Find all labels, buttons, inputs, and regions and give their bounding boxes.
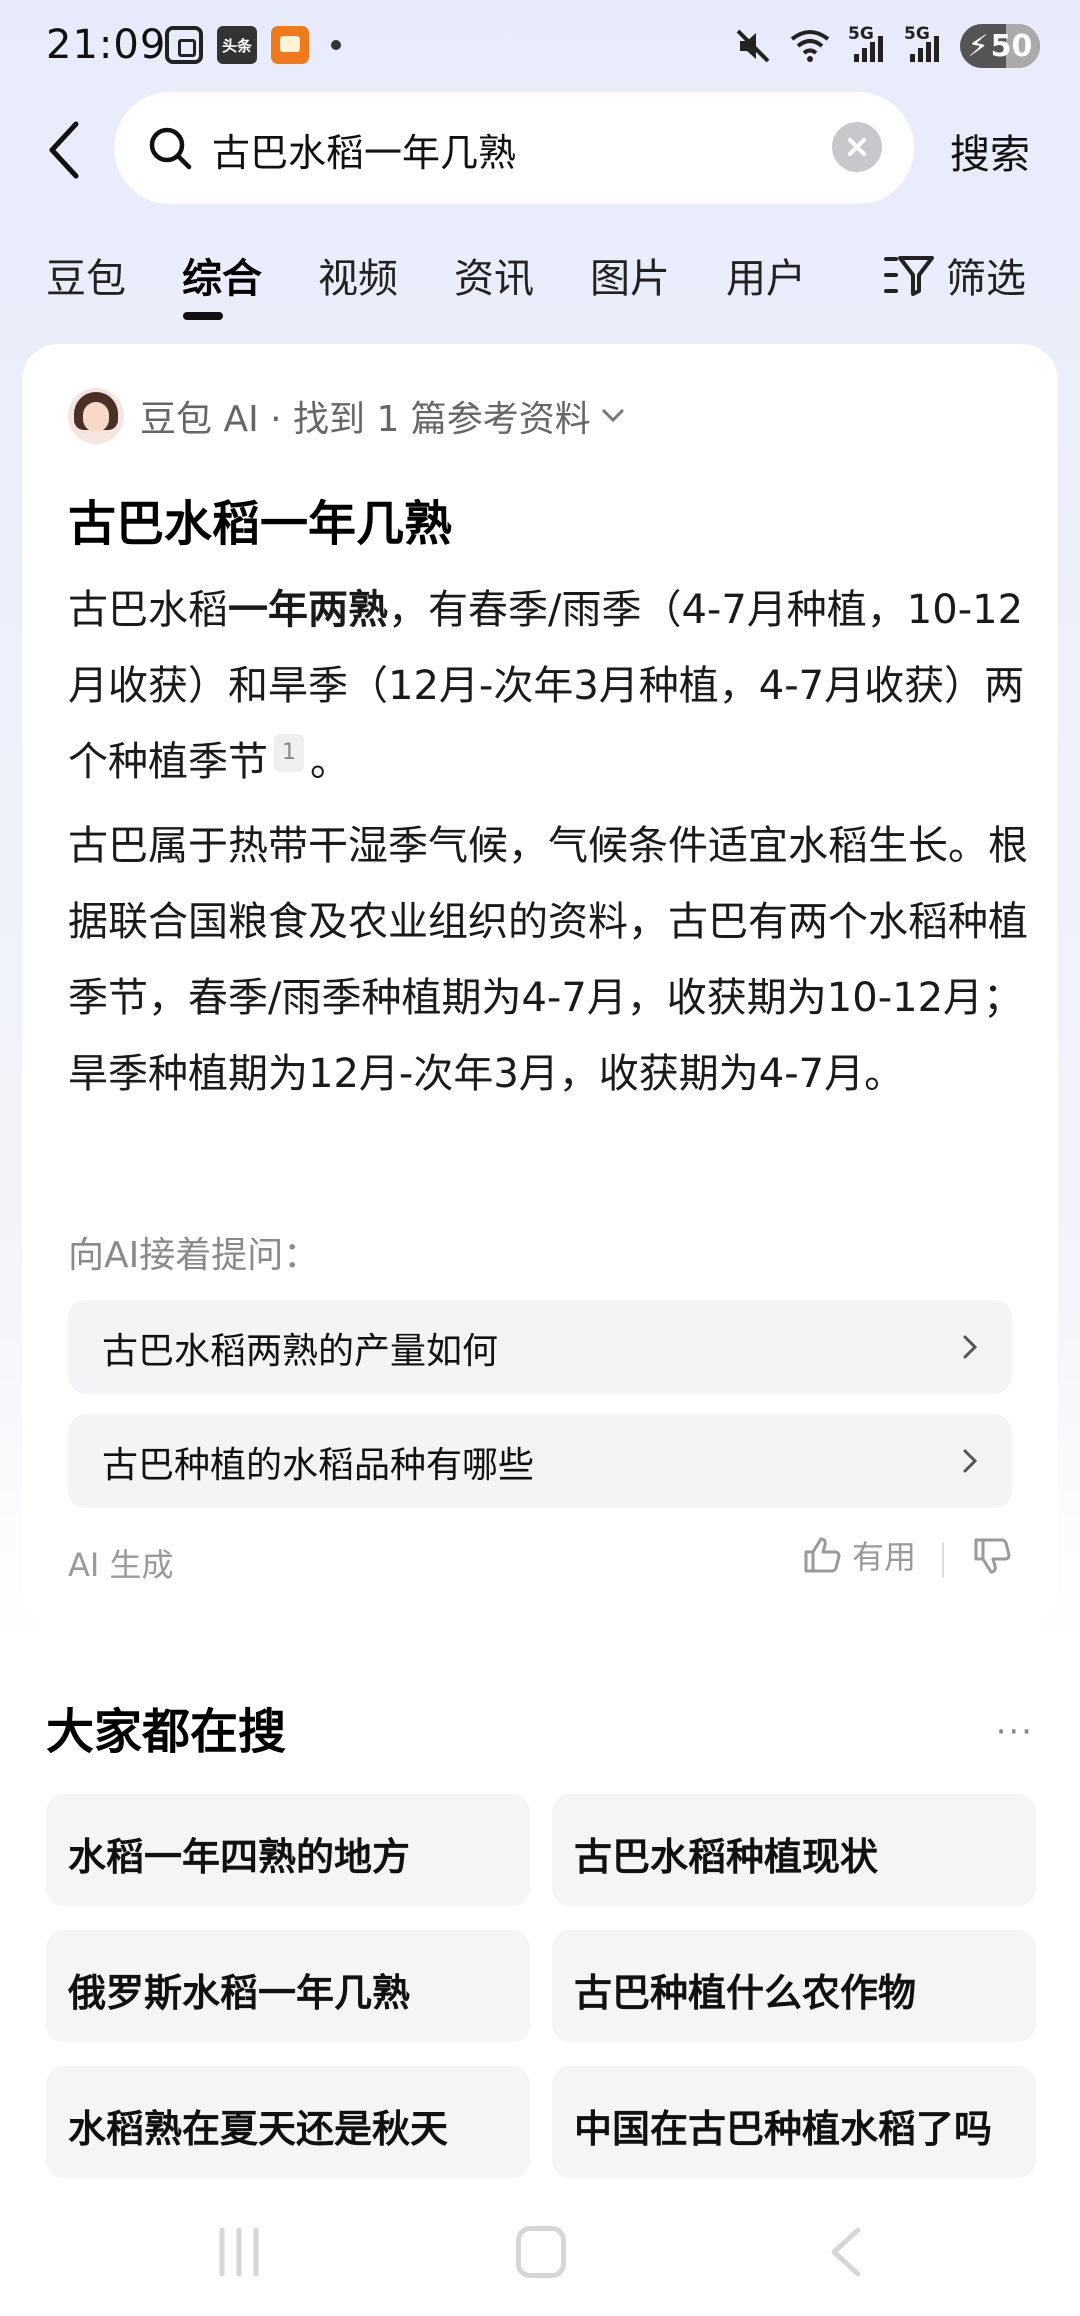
hot-search-text: 古巴水稻种植现状 bbox=[574, 1835, 879, 1879]
followup-question-text: 古巴水稻两熟的产量如何 bbox=[102, 1331, 499, 1372]
hot-search-chip[interactable]: 古巴水稻种植现状 bbox=[552, 1794, 1036, 1906]
status-left-icons: 头条 bbox=[165, 26, 341, 64]
thumbs-up-icon bbox=[804, 1537, 841, 1573]
search-icon bbox=[149, 127, 192, 170]
signal-icon-1: 5G bbox=[848, 26, 888, 66]
clear-search-button[interactable] bbox=[832, 122, 882, 172]
summary-text-start: 古巴水稻 bbox=[68, 587, 228, 633]
useful-label: 有用 bbox=[852, 1538, 917, 1576]
hot-search-chip[interactable]: 水稻熟在夏天还是秋天 bbox=[46, 2066, 530, 2178]
tab-video[interactable]: 视频 bbox=[318, 246, 398, 304]
mute-icon bbox=[736, 29, 770, 63]
reference-badge[interactable]: 1 bbox=[274, 734, 304, 772]
battery-level: 50 bbox=[990, 28, 1033, 64]
hot-search-text: 古巴种植什么农作物 bbox=[574, 1971, 917, 2015]
summary-text-end: 。 bbox=[310, 739, 350, 785]
followup-question[interactable]: 古巴水稻两熟的产量如何 bbox=[68, 1300, 1012, 1394]
tab-doubao[interactable]: 豆包 bbox=[46, 246, 126, 304]
hot-search-chip[interactable]: 水稻一年四熟的地方 bbox=[46, 1794, 530, 1906]
chevron-right-icon bbox=[963, 1449, 978, 1473]
hot-search-chip[interactable]: 古巴种植什么农作物 bbox=[552, 1930, 1036, 2042]
chevron-right-icon bbox=[963, 1335, 978, 1359]
hot-search-text: 中国在古巴种植水稻了吗 bbox=[574, 2107, 993, 2151]
ai-source-label: 豆包 AI · 找到 1 篇参考资料 bbox=[140, 399, 591, 440]
search-input[interactable]: 古巴水稻一年几熟 bbox=[114, 92, 914, 204]
signal-icon-2: 5G bbox=[904, 26, 944, 66]
followup-question[interactable]: 古巴种植的水稻品种有哪些 bbox=[68, 1414, 1012, 1508]
tab-users[interactable]: 用户 bbox=[726, 246, 806, 304]
useful-button[interactable]: 有用 bbox=[802, 1532, 916, 1578]
hot-search-chip[interactable]: 俄罗斯水稻一年几熟 bbox=[46, 1930, 530, 2042]
ai-answer-detail: 古巴属于热带干湿季气候，气候条件适宜水稻生长。根据联合国粮食及农业组织的资料，古… bbox=[68, 823, 1028, 1097]
nav-back-icon[interactable] bbox=[828, 2226, 864, 2278]
hot-search-chip[interactable]: 中国在古巴种植水稻了吗 bbox=[552, 2066, 1036, 2178]
charging-bolt-icon: ⚡ bbox=[967, 28, 989, 64]
filter-label: 筛选 bbox=[946, 256, 1026, 302]
status-bar: 21:09 头条 5G 5G ⚡ 50 bbox=[0, 0, 1080, 95]
tab-images[interactable]: 图片 bbox=[590, 246, 670, 304]
back-icon[interactable] bbox=[42, 120, 92, 180]
more-notifications-dot bbox=[331, 40, 341, 50]
status-right-icons: 5G 5G ⚡ 50 bbox=[734, 24, 1040, 68]
feedback-divider bbox=[942, 1542, 944, 1578]
recent-apps-icon[interactable] bbox=[216, 2226, 262, 2278]
followup-question-text: 古巴种植的水稻品种有哪些 bbox=[102, 1445, 535, 1486]
more-options-icon[interactable]: ··· bbox=[996, 1712, 1034, 1752]
ai-generated-label: AI 生成 bbox=[68, 1546, 174, 1584]
search-button[interactable]: 搜索 bbox=[950, 122, 1030, 180]
filter-button[interactable]: 筛选 bbox=[884, 246, 1026, 304]
system-nav-bar bbox=[0, 2200, 1080, 2316]
search-query: 古巴水稻一年几熟 bbox=[212, 131, 517, 175]
active-tab-indicator bbox=[183, 312, 223, 320]
summary-bold-text: 一年两熟 bbox=[228, 587, 388, 633]
hot-search-text: 俄罗斯水稻一年几熟 bbox=[68, 1971, 411, 2015]
ai-answer-card: 豆包 AI · 找到 1 篇参考资料 古巴水稻一年几熟 古巴水稻一年两熟，有春季… bbox=[22, 344, 1058, 1629]
status-time: 21:09 bbox=[46, 22, 167, 68]
ai-source-header[interactable]: 豆包 AI · 找到 1 篇参考资料 bbox=[68, 388, 625, 444]
doubao-avatar bbox=[68, 388, 124, 444]
followup-label: 向AI接着提问： bbox=[68, 1235, 320, 1276]
thumbs-down-icon[interactable] bbox=[972, 1536, 1014, 1578]
home-icon[interactable] bbox=[516, 2226, 566, 2278]
tab-news[interactable]: 资讯 bbox=[454, 246, 534, 304]
battery-icon: ⚡ 50 bbox=[960, 24, 1040, 68]
screenshot-icon bbox=[165, 26, 203, 64]
hot-searches-title: 大家都在搜 bbox=[46, 1704, 287, 1760]
app-notification-icon bbox=[271, 26, 309, 64]
toutiao-icon: 头条 bbox=[217, 26, 257, 64]
ai-answer-summary: 古巴水稻一年两熟，有春季/雨季（4-7月种植，10-12月收获）和旱季（12月-… bbox=[68, 572, 1028, 800]
hot-search-text: 水稻熟在夏天还是秋天 bbox=[68, 2107, 449, 2151]
hot-search-text: 水稻一年四熟的地方 bbox=[68, 1835, 411, 1879]
ai-answer-title: 古巴水稻一年几熟 bbox=[68, 496, 453, 552]
filter-icon bbox=[884, 256, 934, 296]
chevron-down-icon bbox=[602, 409, 624, 423]
tab-all[interactable]: 综合 bbox=[182, 246, 262, 304]
wifi-icon bbox=[790, 30, 830, 62]
